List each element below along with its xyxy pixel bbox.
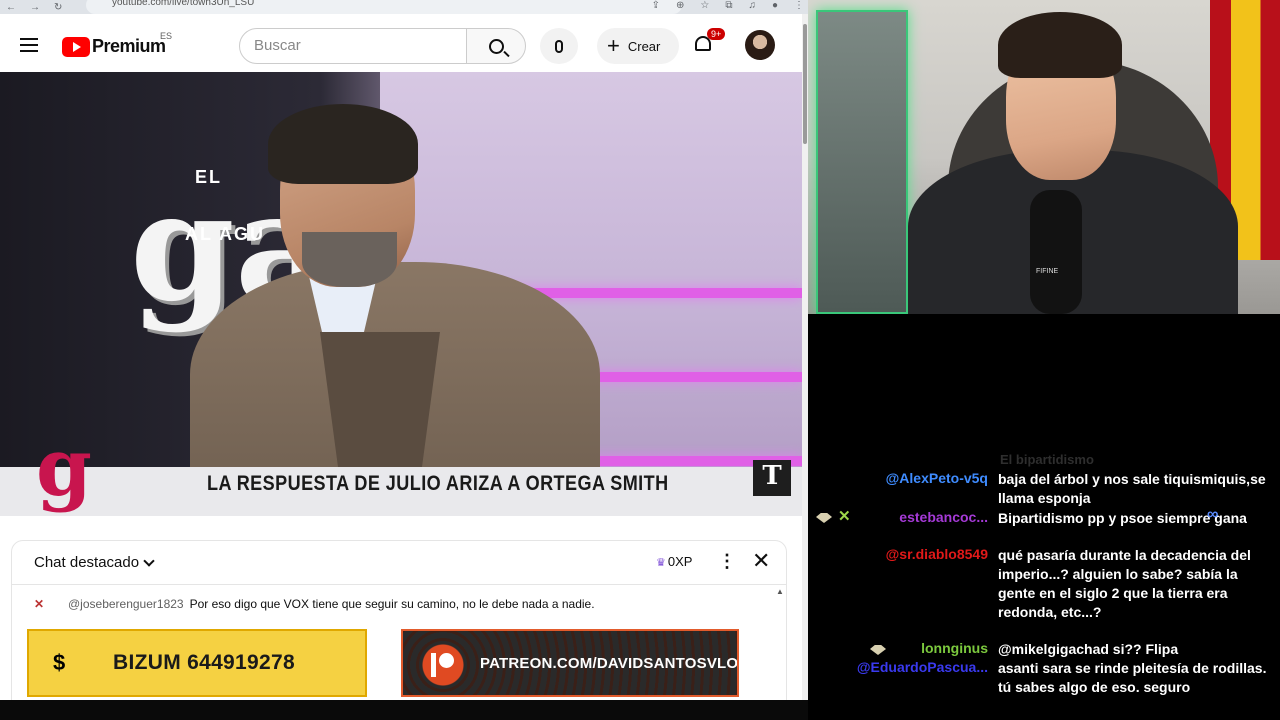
youtube-play-icon [62, 36, 90, 57]
patreon-banner: PATREON.COM/DAVIDSANTOSVLOG [401, 629, 739, 697]
region-code: ES [160, 31, 173, 41]
chat-message: ✕ @joseberenguer1823 Por eso digo que VOX … [34, 597, 595, 611]
chat-scroll-up-icon[interactable]: ▲ [776, 587, 784, 596]
presenter-beard [302, 232, 397, 287]
patreon-icon [431, 653, 455, 677]
mic-brand: FIFINE [1036, 268, 1059, 275]
chat-mode-dropdown[interactable]: Chat destacado [34, 554, 139, 571]
faded-chat-line: El bipartidismo [1000, 452, 1094, 467]
browser-toolbar: ← → ↻ youtube.com/live/towh3Un_LSU ⇪ ⊕ ☆… [0, 0, 808, 14]
address-bar[interactable]: youtube.com/live/towh3Un_LSU [86, 0, 682, 14]
scrollbar-thumb[interactable] [803, 24, 807, 144]
el-toro-logo: T [753, 460, 791, 496]
microphone-icon [555, 39, 563, 53]
profile-icon[interactable]: ● [772, 0, 778, 11]
youtube-premium-logo[interactable]: Premium [62, 36, 166, 57]
xp-counter[interactable]: ♛ 0XP [656, 554, 692, 569]
studio-microphone: FIFINE [1030, 190, 1082, 314]
notifications-badge: 9+ [707, 28, 726, 40]
back-icon[interactable]: ← [6, 2, 16, 13]
video-player[interactable]: gat EL AL AGU g LA RESPUESTA DE JULIO AR… [0, 72, 802, 516]
notifications-button[interactable]: 9+ [695, 28, 726, 54]
infinity-badge-icon: ∞ [1207, 506, 1219, 523]
display-shelf [816, 10, 908, 314]
presenter-hair [268, 104, 418, 184]
channel-g-logo: g [36, 420, 92, 514]
hamburger-menu-icon[interactable] [20, 38, 38, 52]
more-options-icon[interactable]: ⋮ [718, 552, 736, 570]
swords-badge-icon: ✕ [838, 508, 851, 525]
voice-search-button[interactable] [540, 28, 578, 64]
streamer-hair [998, 12, 1122, 78]
overlay-chat-text: baja del árbol y nos sale tiquismiquis,s… [998, 471, 1266, 506]
screen: ← → ↻ youtube.com/live/towh3Un_LSU ⇪ ⊕ ☆… [0, 0, 1280, 720]
chat-text: Por eso digo que VOX tiene que seguir su… [189, 597, 595, 611]
presenter [190, 104, 600, 512]
overlay-chat-author: estebancoc... [899, 509, 988, 525]
zoom-icon[interactable]: ⊕ [676, 0, 684, 11]
overlay-chat-text: asanti sara se rinde pleitesía de rodill… [998, 660, 1267, 695]
create-button[interactable]: + Crear [597, 28, 679, 64]
chat-author[interactable]: @joseberenguer1823 [68, 597, 184, 611]
browser-window: ← → ↻ youtube.com/live/towh3Un_LSU ⇪ ⊕ ☆… [0, 0, 808, 720]
search-button[interactable] [466, 28, 526, 64]
overlay-chat-author: @AlexPeto-v5q [885, 470, 988, 486]
webcam-feed: FIFINE [808, 0, 1280, 314]
overlay-chat-text: qué pasaría durante la decadencia del im… [998, 547, 1251, 620]
overlay-chat-text: Bipartidismo pp y psoe siempre gana [998, 510, 1247, 526]
user-avatar: ✕ [34, 597, 45, 611]
bookmark-star-icon[interactable]: ☆ [700, 0, 709, 11]
close-chat-icon[interactable]: ✕ [752, 550, 770, 572]
extensions-icon[interactable]: ⧉ [725, 0, 732, 11]
bizum-banner: $ BIZUM 644919278 [27, 629, 367, 697]
bizum-text: BIZUM 644919278 [113, 651, 295, 674]
browser-nav: ← → ↻ [0, 2, 80, 13]
search-input[interactable]: Buscar [239, 28, 467, 64]
patreon-text: PATREON.COM/DAVIDSANTOSVLOG [480, 655, 739, 672]
browser-extensions: ⇪ ⊕ ☆ ⧉ ♫ ● ⋮ [652, 0, 804, 11]
overlay-chat-author: @sr.diablo8549 [885, 546, 988, 562]
xp-value: 0XP [667, 554, 693, 569]
dollar-icon: $ [53, 650, 66, 675]
overlay-chat-text: @mikelgigachad si?? Flipa [998, 641, 1179, 657]
forward-icon[interactable]: → [30, 2, 40, 13]
search-icon [488, 38, 504, 54]
media-icon[interactable]: ♫ [748, 0, 756, 11]
account-avatar[interactable] [745, 30, 775, 60]
youtube-header: Premium ES Buscar + Crear 9+ [0, 14, 808, 72]
chevron-down-icon[interactable] [143, 554, 155, 567]
reload-icon[interactable]: ↻ [54, 2, 62, 13]
share-icon[interactable]: ⇪ [652, 0, 660, 11]
logo-text: Premium [92, 36, 166, 56]
overlay-chat-author: lonnginus [921, 640, 988, 656]
video-caption: LA RESPUESTA DE JULIO ARIZA A ORTEGA SMI… [207, 472, 669, 495]
crown-icon: ♛ [656, 557, 666, 569]
bottom-strip [0, 700, 808, 720]
create-label: Crear [627, 38, 661, 54]
plus-icon: + [607, 33, 620, 58]
browser-menu-icon[interactable]: ⋮ [794, 0, 804, 11]
overlay-chat-author: @EduardoPascua... [856, 659, 988, 675]
